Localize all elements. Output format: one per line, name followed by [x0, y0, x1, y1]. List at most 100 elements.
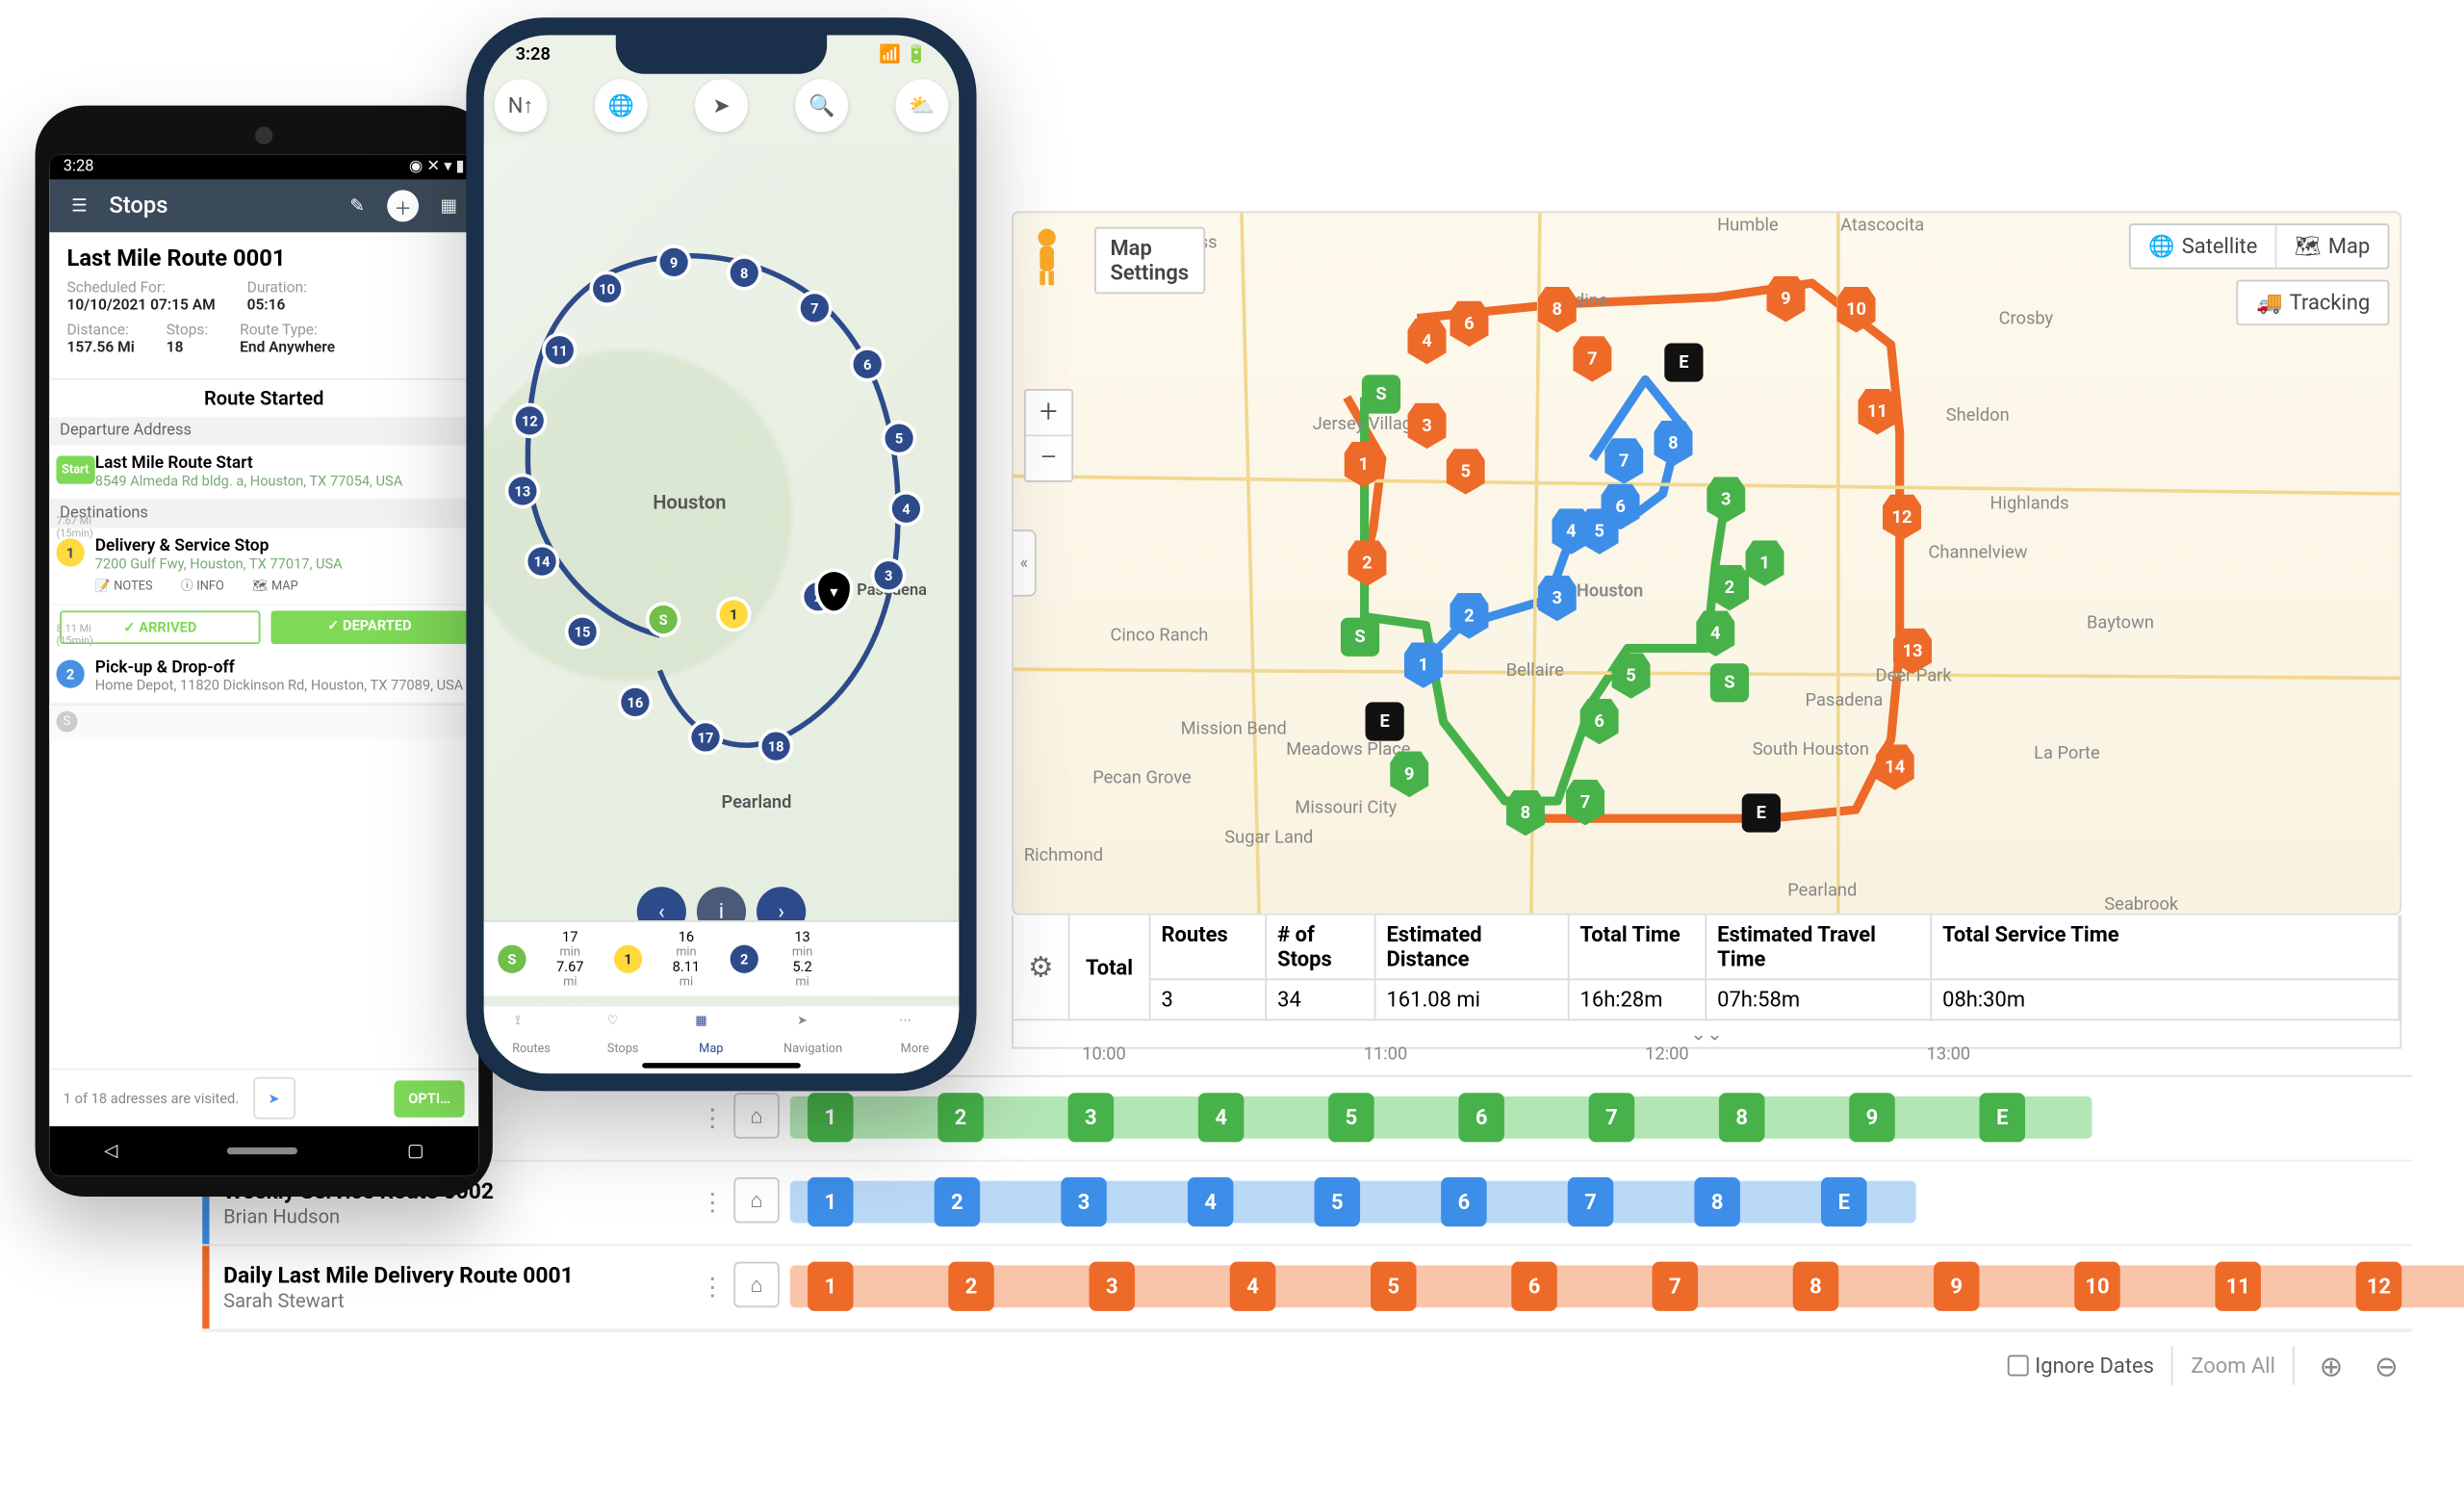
tracking-toggle[interactable]: 🚚Tracking — [2239, 281, 2388, 323]
satellite-toggle[interactable]: 🌐Satellite — [2131, 225, 2277, 268]
map-settings-button[interactable]: Map Settings — [1094, 227, 1205, 294]
map-marker[interactable]: 15 — [568, 618, 596, 646]
map-marker[interactable]: 7 — [801, 294, 829, 322]
scroll-pin[interactable]: 2 — [731, 945, 758, 973]
timeline-stop[interactable]: 4 — [1230, 1262, 1276, 1311]
timeline-stop[interactable]: 4 — [1198, 1093, 1245, 1142]
map-button[interactable]: 🗺 MAP — [252, 578, 298, 595]
stop-start[interactable]: Start Last Mile Route Start 8549 Almeda … — [49, 445, 478, 500]
map-marker-end[interactable]: E — [1366, 702, 1404, 740]
scrubber-handle[interactable]: S — [56, 711, 77, 733]
map-marker[interactable]: 13 — [508, 477, 536, 504]
departed-button[interactable]: ✓ DEPARTED — [271, 610, 469, 644]
scroll-pin[interactable]: S — [498, 945, 526, 973]
notes-button[interactable]: 📝 NOTES — [95, 578, 153, 595]
timeline-stop[interactable]: 1 — [808, 1262, 854, 1311]
map-toggle[interactable]: 🗺Map — [2276, 225, 2387, 268]
tab-more[interactable]: ⋯More — [899, 1014, 931, 1056]
timeline-stop[interactable]: 2 — [937, 1093, 984, 1142]
map-marker-start[interactable]: S — [1362, 374, 1400, 413]
timeline-stop[interactable]: 6 — [1511, 1262, 1557, 1311]
pegman-icon[interactable] — [1024, 223, 1070, 290]
row-menu-button[interactable]: ⋮ — [695, 1189, 731, 1217]
timeline-stop[interactable]: 5 — [1371, 1262, 1417, 1311]
home-icon[interactable]: ⌂ — [733, 1262, 780, 1308]
zoom-in-button[interactable]: + — [1026, 391, 1072, 437]
timeline-stop[interactable]: 5 — [1328, 1093, 1374, 1142]
timeline-stop[interactable]: E — [1980, 1093, 2026, 1142]
map-marker-start[interactable]: S — [1710, 663, 1749, 702]
map-marker[interactable]: 10 — [593, 274, 621, 302]
timeline-stop[interactable]: 3 — [1061, 1177, 1107, 1226]
map-marker[interactable]: 8 — [731, 259, 758, 287]
locate-icon[interactable]: ➤ — [695, 79, 748, 132]
timeline-stop[interactable]: 4 — [1188, 1177, 1234, 1226]
timeline-stop[interactable]: 8 — [1719, 1093, 1765, 1142]
timeline-stop[interactable]: 2 — [948, 1262, 994, 1311]
map-marker[interactable]: 16 — [621, 688, 649, 716]
map-marker[interactable]: 12 — [516, 406, 544, 434]
stop-1[interactable]: 1 Delivery & Service Stop 7200 Gulf Fwy,… — [49, 528, 478, 605]
map-marker[interactable]: 17 — [691, 723, 719, 751]
timeline-stop[interactable]: 3 — [1090, 1262, 1136, 1311]
timeline-stop[interactable]: 11 — [2215, 1262, 2261, 1311]
recent-button[interactable]: ▢ — [407, 1141, 424, 1160]
timeline-stop[interactable]: 7 — [1652, 1262, 1698, 1311]
timeline-stop[interactable]: 6 — [1458, 1093, 1504, 1142]
map-marker[interactable]: 18 — [762, 732, 790, 760]
tab-routes[interactable]: ⟟Routes — [512, 1014, 551, 1056]
home-icon[interactable]: ⌂ — [733, 1177, 780, 1224]
scroll-pin[interactable]: 1 — [614, 945, 642, 973]
gear-icon[interactable]: ⚙ — [1014, 916, 1069, 1019]
route-strip[interactable] — [790, 1096, 2092, 1139]
timeline-stop[interactable]: 12 — [2356, 1262, 2402, 1311]
timeline-stop[interactable]: 8 — [1694, 1177, 1740, 1226]
info-button[interactable]: ⓘ INFO — [181, 578, 224, 595]
map-marker[interactable]: 9 — [660, 248, 688, 276]
stop-scrubber[interactable]: S — [49, 704, 478, 739]
menu-icon[interactable]: ☰ — [64, 190, 95, 221]
route-title[interactable]: Daily Last Mile Delivery Route 0001 — [223, 1263, 695, 1289]
locate-me-button[interactable]: ➤ — [253, 1077, 295, 1120]
map-marker-end[interactable]: E — [1742, 793, 1781, 832]
home-indicator[interactable] — [642, 1063, 801, 1068]
zoom-out-icon[interactable]: ⊖ — [2368, 1349, 2405, 1382]
timeline-stop[interactable]: 9 — [1849, 1093, 1895, 1142]
zoom-out-button[interactable]: − — [1026, 436, 1072, 480]
timeline-stop[interactable]: 2 — [935, 1177, 981, 1226]
timeline-stop[interactable]: 7 — [1568, 1177, 1614, 1226]
map-marker[interactable]: 6 — [854, 350, 882, 378]
tab-map[interactable]: ▦Map — [695, 1014, 727, 1056]
timeline-stop[interactable]: 6 — [1441, 1177, 1487, 1226]
map-icon[interactable]: ▦ — [433, 190, 465, 221]
stop-2[interactable]: 2 Pick-up & Drop-off Home Depot, 11820 D… — [49, 650, 478, 705]
search-icon[interactable]: 🔍 — [795, 79, 848, 132]
row-menu-button[interactable]: ⋮ — [695, 1274, 731, 1302]
panel-collapse-button[interactable]: « — [1012, 529, 1037, 596]
row-menu-button[interactable]: ⋮ — [695, 1104, 731, 1132]
tab-stops[interactable]: ♡Stops — [607, 1014, 639, 1056]
map-marker-start[interactable]: S — [1341, 618, 1379, 657]
stop-scroll[interactable]: S17min7.67mi116min8.11mi213min5.2mi — [484, 920, 960, 996]
route-strip[interactable] — [790, 1265, 2464, 1307]
map-marker[interactable]: 3 — [875, 561, 903, 589]
back-button[interactable]: ◁ — [104, 1141, 117, 1160]
timeline-stop[interactable]: 7 — [1589, 1093, 1635, 1142]
timeline-stop[interactable]: 3 — [1068, 1093, 1115, 1142]
timeline-stop[interactable]: 10 — [2074, 1262, 2120, 1311]
optimize-button[interactable]: OPTI… — [395, 1079, 465, 1116]
zoom-all-button[interactable]: Zoom All — [2171, 1346, 2295, 1384]
map-marker[interactable]: 11 — [546, 336, 574, 364]
map-marker[interactable]: 4 — [892, 495, 920, 523]
timeline-stop[interactable]: 8 — [1793, 1262, 1839, 1311]
timeline-stop[interactable]: 1 — [808, 1093, 854, 1142]
globe-icon[interactable]: 🌐 — [595, 79, 648, 132]
timeline-stop[interactable]: E — [1821, 1177, 1867, 1226]
map-marker[interactable]: 5 — [885, 425, 912, 452]
ignore-dates-checkbox[interactable]: Ignore Dates — [2007, 1354, 2154, 1379]
edit-icon[interactable]: ✎ — [342, 190, 373, 221]
tab-navigation[interactable]: ➤Navigation — [783, 1014, 842, 1056]
add-icon[interactable]: ＋ — [387, 190, 419, 221]
map-marker[interactable]: S — [650, 606, 678, 633]
home-button[interactable] — [227, 1148, 297, 1154]
